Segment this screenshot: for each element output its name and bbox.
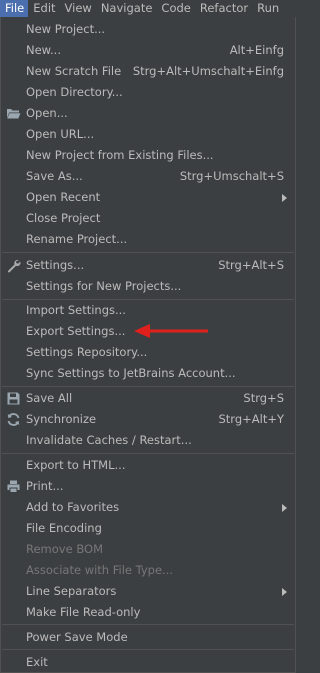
menu-item-synchronize[interactable]: Synchronize Strg+Alt+Y bbox=[1, 409, 295, 430]
menu-item-associate-with-file-type: Associate with File Type... bbox=[1, 560, 295, 581]
menu-item-line-separators[interactable]: Line Separators bbox=[1, 581, 295, 602]
menu-item-export-to-html[interactable]: Export to HTML... bbox=[1, 455, 295, 476]
menu-item-new-scratch-file[interactable]: New Scratch File Strg+Alt+Umschalt+Einfg bbox=[1, 61, 295, 82]
menu-item-label: Exit bbox=[26, 655, 48, 669]
menu-separator bbox=[2, 453, 294, 454]
save-icon bbox=[7, 392, 20, 405]
menu-item-label: Line Separators bbox=[26, 584, 117, 598]
menu-item-shortcut: Strg+S bbox=[243, 391, 284, 405]
menu-item-label: Export to HTML... bbox=[26, 458, 126, 472]
folder-icon bbox=[7, 109, 21, 119]
submenu-arrow-icon bbox=[282, 194, 287, 202]
menu-item-label: Open URL... bbox=[26, 127, 95, 141]
menu-item-label: New Project... bbox=[26, 22, 106, 36]
menu-item-label: New Scratch File bbox=[26, 64, 122, 78]
menu-item-save-all[interactable]: Save All Strg+S bbox=[1, 388, 295, 409]
menu-item-open-recent[interactable]: Open Recent bbox=[1, 187, 295, 208]
menu-item-settings-for-new-projects[interactable]: Settings for New Projects... bbox=[1, 276, 295, 297]
menu-item-label: Open Recent bbox=[26, 190, 101, 204]
menu-item-save-as[interactable]: Save As... Strg+Umschalt+S bbox=[1, 166, 295, 187]
menu-item-import-settings[interactable]: Import Settings... bbox=[1, 300, 295, 321]
menu-item-label: File Encoding bbox=[26, 521, 102, 535]
menu-edit[interactable]: Edit bbox=[28, 0, 59, 17]
menu-item-shortcut: Strg+Alt+Umschalt+Einfg bbox=[132, 64, 284, 78]
menu-item-export-settings[interactable]: Export Settings... bbox=[1, 321, 295, 342]
menu-item-open-directory[interactable]: Open Directory... bbox=[1, 82, 295, 103]
menu-run[interactable]: Run bbox=[252, 0, 283, 17]
menu-refactor[interactable]: Refactor bbox=[195, 0, 252, 17]
menu-separator bbox=[2, 386, 294, 387]
menu-item-label: Open Directory... bbox=[26, 85, 123, 99]
menu-item-label: Settings for New Projects... bbox=[26, 279, 182, 293]
menu-item-shortcut: Alt+Einfg bbox=[229, 43, 284, 57]
submenu-arrow-icon bbox=[282, 588, 287, 596]
menu-item-label: Open... bbox=[26, 106, 68, 120]
menu-item-label: Export Settings... bbox=[26, 324, 126, 338]
menu-file[interactable]: File bbox=[0, 0, 29, 17]
menu-item-label: Power Save Mode bbox=[26, 630, 128, 644]
menu-item-print[interactable]: Print... bbox=[1, 476, 295, 497]
menu-item-label: Settings Repository... bbox=[26, 345, 148, 359]
menu-separator bbox=[2, 649, 294, 650]
menu-item-add-to-favorites[interactable]: Add to Favorites bbox=[1, 497, 295, 518]
submenu-arrow-icon bbox=[282, 504, 287, 512]
menu-item-label: Settings... bbox=[26, 258, 85, 272]
menu-item-invalidate-caches[interactable]: Invalidate Caches / Restart... bbox=[1, 430, 295, 451]
menu-item-power-save-mode[interactable]: Power Save Mode bbox=[1, 627, 295, 648]
menu-item-new-project-from-existing-files[interactable]: New Project from Existing Files... bbox=[1, 145, 295, 166]
menu-item-settings-repository[interactable]: Settings Repository... bbox=[1, 342, 295, 363]
menu-separator bbox=[2, 624, 294, 625]
menu-item-label: New Project from Existing Files... bbox=[26, 148, 214, 162]
menu-bar: File Edit View Navigate Code Refactor Ru… bbox=[0, 0, 296, 17]
menu-item-label: Synchronize bbox=[26, 412, 97, 426]
menu-item-label: Print... bbox=[26, 479, 64, 493]
menu-item-file-encoding[interactable]: File Encoding bbox=[1, 518, 295, 539]
sync-icon bbox=[7, 413, 20, 426]
menu-item-new[interactable]: New... Alt+Einfg bbox=[1, 40, 295, 61]
menu-item-label: Save As... bbox=[26, 169, 83, 183]
menu-item-settings[interactable]: Settings... Strg+Alt+S bbox=[1, 255, 295, 276]
menu-item-shortcut: Strg+Alt+S bbox=[218, 258, 284, 272]
file-menu-dropdown: New Project... New... Alt+Einfg New Scra… bbox=[0, 17, 296, 673]
menu-navigate[interactable]: Navigate bbox=[96, 0, 157, 17]
menu-item-open-url[interactable]: Open URL... bbox=[1, 124, 295, 145]
menu-item-remove-bom: Remove BOM bbox=[1, 539, 295, 560]
menu-item-label: Associate with File Type... bbox=[26, 563, 174, 577]
menu-item-label: Make File Read-only bbox=[26, 605, 141, 619]
menu-code[interactable]: Code bbox=[156, 0, 194, 17]
menu-item-open[interactable]: Open... bbox=[1, 103, 295, 124]
menu-item-shortcut: Strg+Alt+Y bbox=[218, 412, 284, 426]
printer-icon bbox=[7, 480, 20, 493]
menu-item-close-project[interactable]: Close Project bbox=[1, 208, 295, 229]
ide-window: File Edit View Navigate Code Refactor Ru… bbox=[0, 0, 296, 673]
menu-item-new-project[interactable]: New Project... bbox=[1, 19, 295, 40]
menu-item-shortcut: Strg+Umschalt+S bbox=[179, 169, 284, 183]
menu-item-sync-settings[interactable]: Sync Settings to JetBrains Account... bbox=[1, 363, 295, 384]
menu-separator bbox=[2, 252, 294, 253]
menu-item-rename-project[interactable]: Rename Project... bbox=[1, 229, 295, 250]
menu-view[interactable]: View bbox=[60, 0, 96, 17]
wrench-icon bbox=[8, 259, 21, 273]
menu-item-label: Import Settings... bbox=[26, 303, 126, 317]
menu-item-label: Save All bbox=[26, 391, 73, 405]
menu-item-label: New... bbox=[26, 43, 61, 57]
menu-item-make-file-read-only[interactable]: Make File Read-only bbox=[1, 602, 295, 623]
menu-item-label: Rename Project... bbox=[26, 232, 128, 246]
menu-item-label: Close Project bbox=[26, 211, 101, 225]
menu-item-label: Invalidate Caches / Restart... bbox=[26, 433, 192, 447]
menu-item-label: Remove BOM bbox=[26, 542, 103, 556]
menu-item-label: Sync Settings to JetBrains Account... bbox=[26, 366, 236, 380]
menu-item-label: Add to Favorites bbox=[26, 500, 120, 514]
menu-item-exit[interactable]: Exit bbox=[1, 652, 295, 673]
